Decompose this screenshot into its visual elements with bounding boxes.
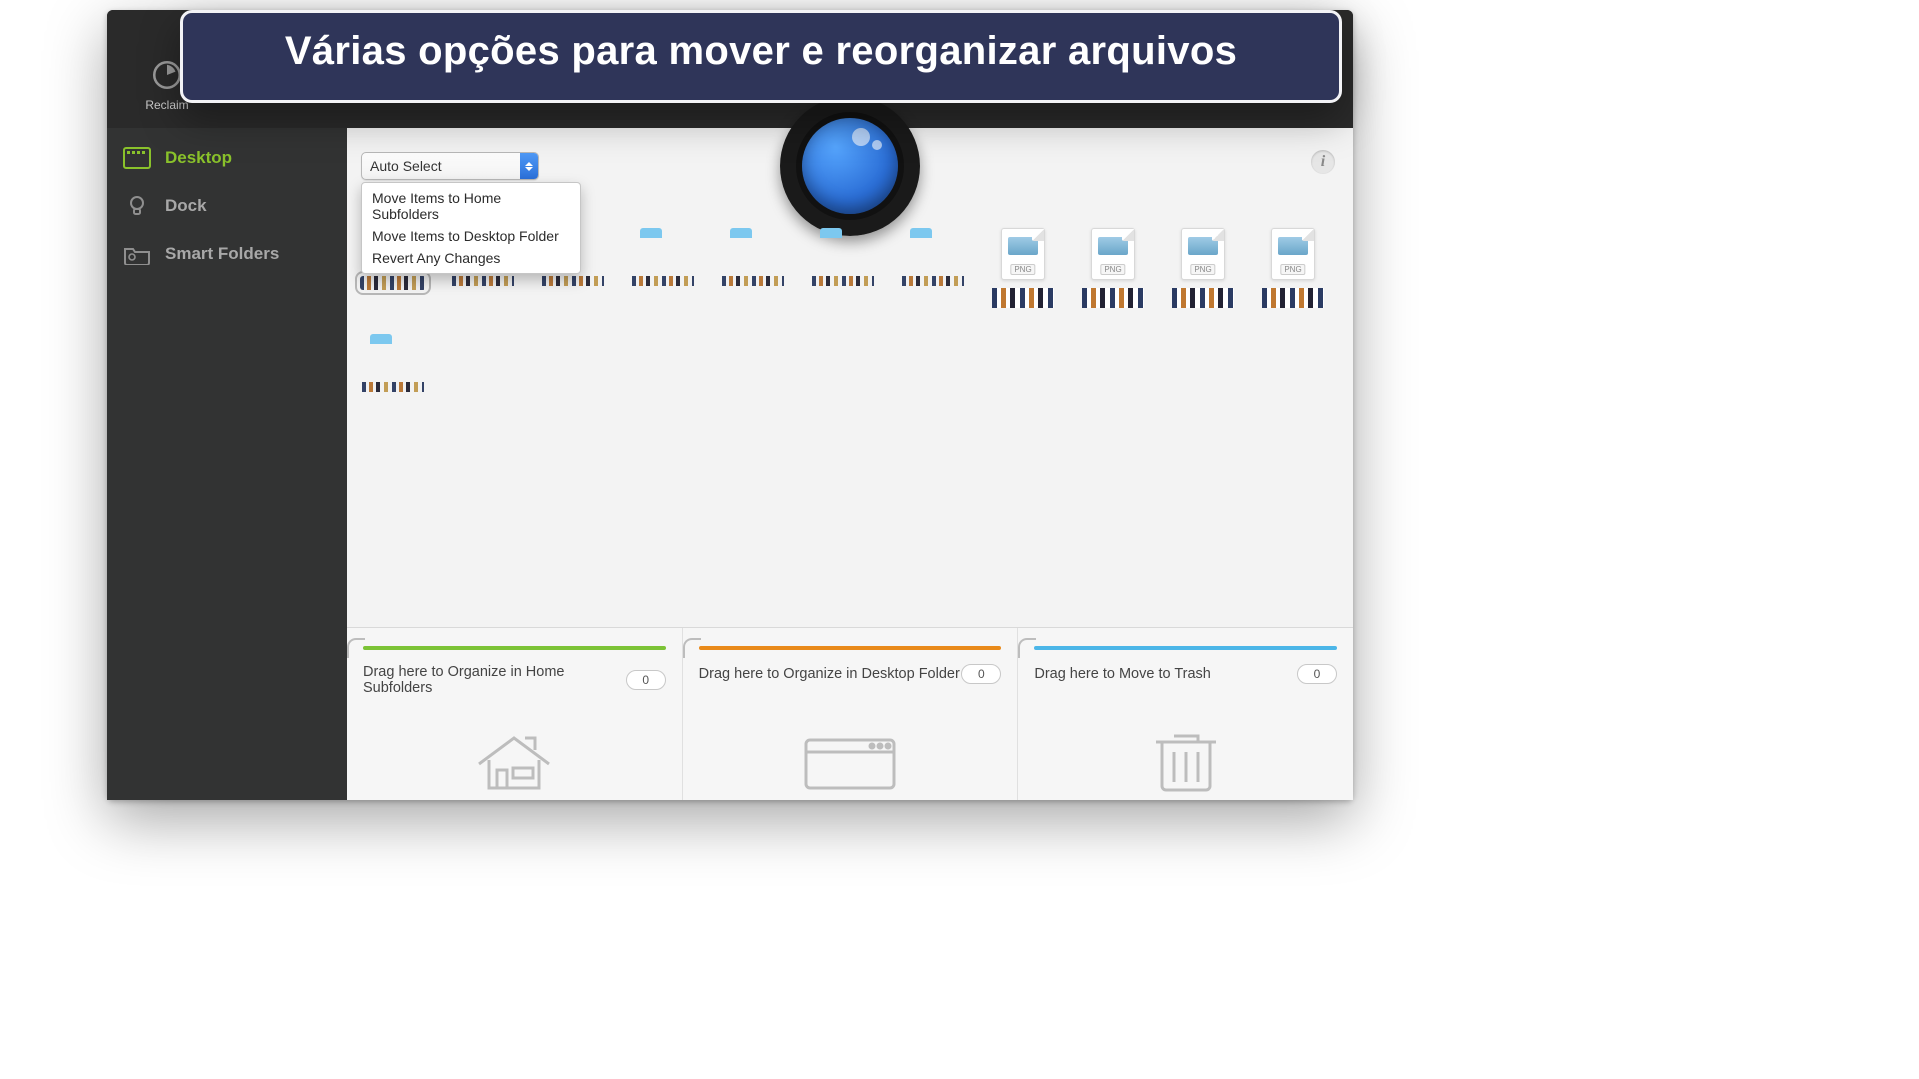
dropzone-edge xyxy=(347,638,365,658)
png-file-icon: PNG xyxy=(1091,228,1135,280)
png-file-item[interactable]: PNG xyxy=(987,228,1059,308)
folder-item[interactable] xyxy=(357,334,429,392)
dropzone-edge xyxy=(683,638,701,658)
folder-icon xyxy=(907,228,959,268)
clock-icon xyxy=(150,58,184,92)
png-file-item[interactable]: PNG xyxy=(1167,228,1239,308)
dropdown-option[interactable]: Revert Any Changes xyxy=(362,247,580,269)
file-label xyxy=(992,288,1054,308)
folder-item[interactable] xyxy=(807,228,879,308)
sidebar-item-label: Dock xyxy=(165,196,207,216)
file-label xyxy=(812,276,874,286)
folder-icon xyxy=(367,334,419,374)
file-label xyxy=(542,276,604,286)
annotation-text: Várias opções para mover e reorganizar a… xyxy=(285,29,1237,73)
folder-item[interactable] xyxy=(897,228,969,308)
folder-item[interactable] xyxy=(627,228,699,308)
action-select-dropdown: Move Items to Home Subfolders Move Items… xyxy=(361,182,581,274)
dropzone-label: Drag here to Organize in Home Subfolders xyxy=(363,664,626,696)
file-label xyxy=(362,382,424,392)
png-file-icon: PNG xyxy=(1181,228,1225,280)
dropdown-option[interactable]: Move Items to Desktop Folder xyxy=(362,225,580,247)
desktop-grid-icon xyxy=(123,146,151,170)
png-file-icon: PNG xyxy=(1271,228,1315,280)
dial-widget[interactable] xyxy=(780,96,920,236)
png-file-item[interactable]: PNG xyxy=(1077,228,1149,308)
file-label xyxy=(722,276,784,286)
lightbulb-icon xyxy=(123,194,151,218)
sidebar-item-desktop[interactable]: Desktop xyxy=(107,134,347,182)
annotation-callout: Várias opções para mover e reorganizar a… xyxy=(180,10,1342,103)
file-label xyxy=(902,276,964,286)
file-label xyxy=(1082,288,1144,308)
dropzone-label: Drag here to Move to Trash xyxy=(1034,666,1211,682)
dropdown-option[interactable]: Move Items to Home Subfolders xyxy=(362,187,580,225)
file-label xyxy=(452,276,514,286)
file-label xyxy=(360,276,426,290)
dropzone-trash[interactable]: Drag here to Move to Trash 0 xyxy=(1018,628,1353,800)
sidebar-item-smart-folders[interactable]: Smart Folders xyxy=(107,230,347,278)
dropzone-bar xyxy=(1034,646,1337,650)
dropzone-count: 0 xyxy=(961,664,1001,684)
dropzone-desktop[interactable]: Drag here to Organize in Desktop Folder0 xyxy=(683,628,1019,800)
app-window: Reclaim Desktop xyxy=(107,10,1353,800)
gear-folder-icon xyxy=(123,242,151,266)
info-button[interactable]: i xyxy=(1311,150,1335,174)
dropzone-count: 0 xyxy=(626,670,666,690)
file-label xyxy=(632,276,694,286)
trash-icon xyxy=(1146,730,1226,794)
action-select-value: Auto Select xyxy=(370,158,442,174)
png-file-icon: PNG xyxy=(1001,228,1045,280)
sidebar-item-label: Smart Folders xyxy=(165,244,279,264)
content-area: i Auto Select Move Items to Home Subfold… xyxy=(347,128,1353,800)
dropzones-row: Drag here to Organize in Home Subfolders… xyxy=(347,627,1353,800)
dropzone-home[interactable]: Drag here to Organize in Home Subfolders… xyxy=(347,628,683,800)
png-file-item[interactable]: PNG xyxy=(1257,228,1329,308)
folder-icon xyxy=(637,228,689,268)
sidebar-item-label: Desktop xyxy=(165,148,232,168)
dial-face xyxy=(802,118,898,214)
desktop-icon xyxy=(802,734,898,794)
dropzone-count: 0 xyxy=(1297,664,1337,684)
folder-icon xyxy=(817,228,869,268)
file-label xyxy=(1172,288,1234,308)
folder-item[interactable] xyxy=(717,228,789,308)
sidebar-item-dock[interactable]: Dock xyxy=(107,182,347,230)
chevron-updown-icon xyxy=(520,153,538,179)
folder-icon xyxy=(727,228,779,268)
file-label xyxy=(1262,288,1324,308)
sidebar: Desktop Dock xyxy=(107,128,347,800)
dropzone-edge xyxy=(1018,638,1036,658)
dropzone-label: Drag here to Organize in Desktop Folder xyxy=(699,666,960,682)
action-select[interactable]: Auto Select xyxy=(361,152,539,180)
dropzone-bar xyxy=(699,646,1002,650)
dropzone-bar xyxy=(363,646,666,650)
house-icon xyxy=(469,730,559,794)
